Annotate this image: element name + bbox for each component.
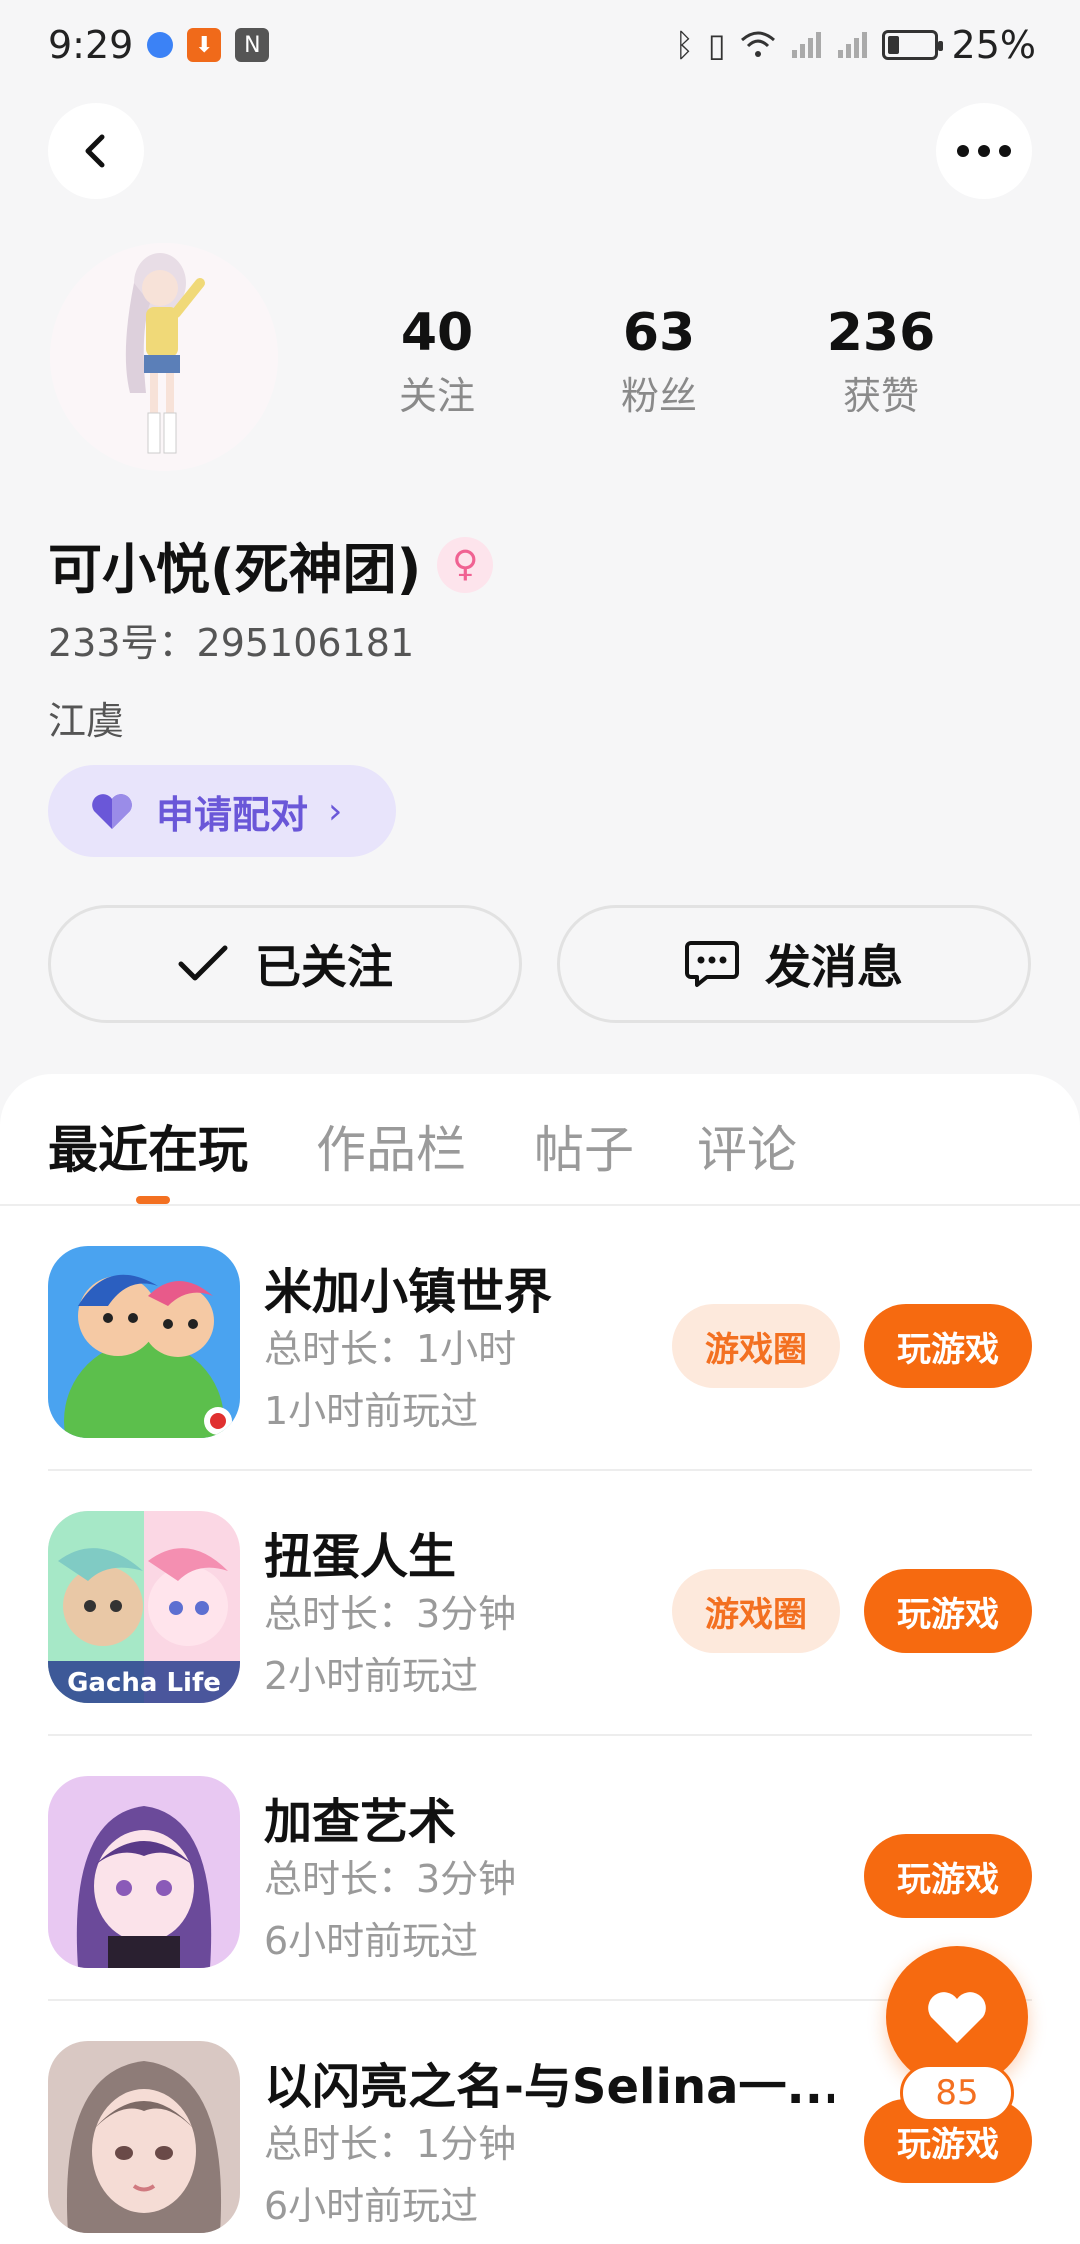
game-playtime: 总时长：1小时 [264, 1327, 517, 1371]
pair-request-button[interactable]: 申请配对 › [48, 765, 396, 857]
heart-pair-icon [92, 794, 132, 829]
stat-value: 63 [622, 303, 696, 363]
game-last-played: 2小时前玩过 [264, 1654, 479, 1698]
game-row[interactable]: Gacha Life 扭蛋人生 总时长：3分钟 2小时前玩过 游戏圈 玩游戏 [48, 1471, 1032, 1736]
play-game-button[interactable]: 玩游戏 [864, 1569, 1032, 1653]
game-last-played: 1小时前玩过 [264, 1389, 479, 1433]
game-playtime: 总时长：1分钟 [264, 2122, 517, 2166]
game-row[interactable]: 以闪亮之名-与Selina一... 总时长：1分钟 6小时前玩过 玩游戏 [48, 2001, 1032, 2244]
tab-posts[interactable]: 帖子 [534, 1110, 634, 1182]
game-title: 以闪亮之名-与Selina一... [264, 2059, 834, 2115]
battery-percent: 25% [951, 23, 1036, 67]
user-location: 江虞 [48, 699, 125, 743]
back-arrow-icon [85, 134, 105, 168]
check-icon [178, 945, 228, 981]
tab-bar: 最近在玩 作品栏 帖子 评论 [0, 1074, 1080, 1206]
more-dots-icon [957, 145, 1011, 157]
like-count: 85 [900, 2064, 1014, 2122]
name-row: 可小悦(死神团) ♀ [48, 525, 494, 604]
stat-value: 40 [400, 303, 474, 363]
signal-icon [837, 32, 867, 58]
signal-icon [791, 32, 821, 58]
stat-label: 获赞 [842, 374, 919, 418]
game-icon-image [48, 2041, 240, 2233]
game-icon-shining-nikki[interactable] [48, 2041, 240, 2233]
browser-icon [147, 32, 174, 58]
game-title: 加查艺术 [264, 1794, 457, 1850]
game-icon-image [48, 1246, 240, 1438]
game-row[interactable]: 米加小镇世界 总时长：1小时 1小时前玩过 游戏圈 玩游戏 [48, 1206, 1032, 1471]
stat-label: 粉丝 [620, 374, 697, 418]
follow-label: 已关注 [255, 940, 393, 994]
pair-request-label: 申请配对 [156, 792, 309, 837]
tab-comments[interactable]: 评论 [697, 1110, 797, 1182]
game-circle-button[interactable]: 游戏圈 [672, 1304, 840, 1388]
game-last-played: 6小时前玩过 [264, 2184, 479, 2228]
play-game-button[interactable]: 玩游戏 [864, 1834, 1032, 1918]
battery-icon [881, 30, 943, 60]
more-button[interactable] [936, 103, 1032, 199]
svg-text:Gacha Life: Gacha Life [67, 1668, 221, 1698]
wifi-icon [740, 31, 775, 57]
status-time: 9:29 [48, 23, 134, 67]
heart-icon [928, 1992, 986, 2043]
user-name: 可小悦(死神团) [48, 538, 422, 601]
stat-followers[interactable]: 63 粉丝 [549, 298, 769, 424]
stat-label: 关注 [398, 374, 475, 418]
user-id: 233号：295106181 [48, 621, 415, 665]
chat-bubble-icon [685, 941, 739, 987]
stat-likes[interactable]: 236 获赞 [771, 298, 991, 424]
avatar-illustration [50, 243, 278, 471]
back-button[interactable] [48, 103, 144, 199]
chevron-right-icon: › [328, 790, 343, 832]
game-last-played: 6小时前玩过 [264, 1919, 479, 1963]
stat-following[interactable]: 40 关注 [327, 298, 547, 424]
tab-recent-play[interactable]: 最近在玩 [48, 1110, 248, 1182]
play-game-button[interactable]: 玩游戏 [864, 1304, 1032, 1388]
game-playtime: 总时长：3分钟 [264, 1857, 517, 1901]
game-title: 扭蛋人生 [264, 1529, 457, 1585]
stat-value: 236 [826, 303, 936, 363]
download-icon: ⬇ [187, 28, 222, 62]
game-icon-image [48, 1776, 240, 1968]
game-icon-image: Gacha Life [48, 1511, 240, 1703]
game-icon-gacha-art[interactable] [48, 1776, 240, 1968]
avatar[interactable] [50, 243, 278, 471]
follow-button[interactable]: 已关注 [48, 905, 522, 1023]
status-bar: 9:29 ⬇ N ᛒ ▯ 25% [0, 0, 1080, 90]
game-playtime: 总时长：3分钟 [264, 1592, 517, 1636]
tab-works[interactable]: 作品栏 [316, 1110, 466, 1182]
game-row[interactable]: 加查艺术 总时长：3分钟 6小时前玩过 玩游戏 [48, 1736, 1032, 2001]
game-icon-gacha-life[interactable]: Gacha Life [48, 1511, 240, 1703]
game-icon-toca[interactable] [48, 1246, 240, 1438]
game-circle-button[interactable]: 游戏圈 [672, 1569, 840, 1653]
nfc-icon: N [235, 28, 270, 62]
female-icon: ♀ [437, 536, 494, 593]
game-title: 米加小镇世界 [264, 1264, 553, 1320]
bluetooth-icon: ᛒ [674, 26, 694, 64]
vibrate-icon: ▯ [707, 26, 726, 64]
message-button[interactable]: 发消息 [557, 905, 1031, 1023]
message-label: 发消息 [765, 940, 903, 994]
tab-active-indicator [136, 1196, 170, 1204]
